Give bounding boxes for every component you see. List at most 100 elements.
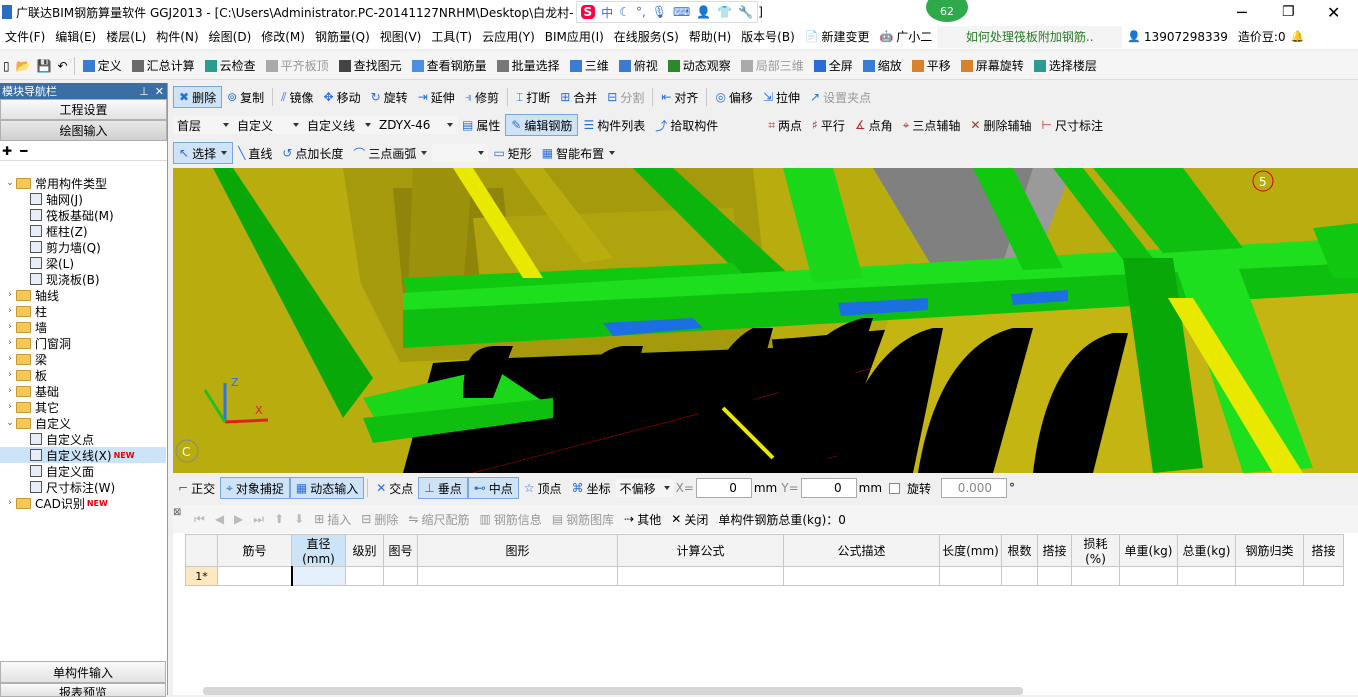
nav-close-icon[interactable]: ✕ bbox=[155, 85, 164, 98]
snap-2-toggle[interactable]: ▦ 动态输入 bbox=[289, 477, 365, 499]
axis-0-button[interactable]: ⌗ 两点 bbox=[763, 114, 807, 136]
tree-node-11[interactable]: › 梁 bbox=[0, 351, 166, 367]
toolbar-9-button[interactable]: 动态观察 bbox=[663, 55, 736, 77]
close-button[interactable]: ✕ bbox=[1327, 3, 1340, 22]
guangxiaoer-button[interactable]: 🤖 广小二 bbox=[875, 26, 938, 48]
draw-1-button[interactable]: ╲ 直线 bbox=[233, 142, 277, 164]
tree-node-12[interactable]: › 板 bbox=[0, 367, 166, 383]
rebar-2-button[interactable]: ⇋ 缩尺配筋 bbox=[403, 508, 474, 530]
tree-node-0[interactable]: ⌄ 常用构件类型 bbox=[0, 175, 166, 191]
toolbar-7-button[interactable]: 三维 bbox=[565, 55, 614, 77]
nav-arrow-4-icon[interactable]: ⬆ bbox=[269, 512, 289, 526]
edit-5-button[interactable]: ⇥ 延伸 bbox=[413, 86, 460, 108]
cell-0[interactable] bbox=[217, 566, 292, 586]
rotate-input[interactable]: 0.000 bbox=[941, 478, 1008, 498]
new-change-button[interactable]: 📄 新建变更 bbox=[800, 26, 875, 48]
col-header-3[interactable]: 图号 bbox=[383, 534, 418, 567]
cell-6[interactable] bbox=[783, 566, 940, 586]
draw-5-button[interactable]: ▦ 智能布置 bbox=[537, 142, 620, 164]
rebar-3-button[interactable]: ▥ 钢筋信息 bbox=[474, 508, 546, 530]
nav-arrow-5-icon[interactable]: ⬇ bbox=[289, 512, 309, 526]
tree-node-17[interactable]: 自定义线(X) NEW bbox=[0, 447, 166, 463]
snap-1-toggle[interactable]: ⌖ 对象捕捉 bbox=[220, 477, 290, 499]
edit-12-button[interactable]: ⇲ 拉伸 bbox=[758, 86, 805, 108]
ime-toolbar[interactable]: S 中 ☾ °, 🎙 ⌨ 👤 👕 🔧 bbox=[575, 1, 759, 23]
edit-11-button[interactable]: ◎ 偏移 bbox=[710, 86, 758, 108]
cell-3[interactable] bbox=[383, 566, 418, 586]
bell-icon[interactable]: 🔔 bbox=[1291, 30, 1305, 43]
col-header-12[interactable]: 总重(kg) bbox=[1177, 534, 1236, 567]
edit-0-button[interactable]: ✖ 删除 bbox=[173, 86, 223, 108]
snap-7-toggle[interactable]: ⌘ 坐标 bbox=[567, 477, 616, 499]
cell-5[interactable] bbox=[617, 566, 784, 586]
cell-9[interactable] bbox=[1037, 566, 1072, 586]
toolbar-6-button[interactable]: 批量选择 bbox=[492, 55, 565, 77]
edit-9-button[interactable]: ⊟ 分割 bbox=[602, 86, 649, 108]
rebar-4-button[interactable]: ▤ 钢筋图库 bbox=[547, 508, 619, 530]
undo-icon[interactable]: ↶ bbox=[55, 55, 71, 77]
cell-1[interactable] bbox=[290, 566, 346, 586]
menu-item-3[interactable]: 构件(N) bbox=[151, 26, 203, 48]
tree-node-4[interactable]: 剪力墙(Q) bbox=[0, 239, 166, 255]
tree-node-1[interactable]: 轴网(J) bbox=[0, 191, 166, 207]
col-header-4[interactable]: 图形 bbox=[417, 534, 618, 567]
new-file-icon[interactable]: ▯ bbox=[0, 55, 13, 77]
tree-node-5[interactable]: 梁(L) bbox=[0, 255, 166, 271]
axis-4-button[interactable]: ✕ 删除辅轴 bbox=[965, 114, 1036, 136]
menu-item-4[interactable]: 绘图(D) bbox=[204, 26, 257, 48]
col-header-14[interactable]: 搭接 bbox=[1303, 534, 1344, 567]
tree-node-15[interactable]: ⌄ 自定义 bbox=[0, 415, 166, 431]
tree-node-14[interactable]: › 其它 bbox=[0, 399, 166, 415]
rotate-checkbox[interactable] bbox=[889, 482, 901, 494]
col-header-9[interactable]: 搭接 bbox=[1037, 534, 1072, 567]
col-header-8[interactable]: 根数 bbox=[1001, 534, 1038, 567]
col-header-5[interactable]: 计算公式 bbox=[617, 534, 784, 567]
cell-4[interactable] bbox=[417, 566, 618, 586]
menu-item-12[interactable]: 帮助(H) bbox=[684, 26, 736, 48]
tree-node-18[interactable]: 自定义面 bbox=[0, 463, 166, 479]
tree-node-8[interactable]: › 柱 bbox=[0, 303, 166, 319]
nav-arrow-3-icon[interactable]: ⏭ bbox=[248, 512, 269, 527]
edit-1-button[interactable]: ⊚ 复制 bbox=[222, 86, 269, 108]
edit-7-button[interactable]: ⌶ 打断 bbox=[511, 86, 555, 108]
axis-5-button[interactable]: ⊢ 尺寸标注 bbox=[1037, 114, 1108, 136]
prop-0-button[interactable]: ▤ 属性 bbox=[457, 114, 505, 136]
minimize-button[interactable]: ─ bbox=[1237, 3, 1247, 22]
edit-4-button[interactable]: ↻ 旋转 bbox=[366, 86, 413, 108]
cell-2[interactable] bbox=[345, 566, 384, 586]
y-input[interactable]: 0 bbox=[800, 478, 857, 498]
draw-3-button[interactable]: ⌒ 三点画弧 bbox=[348, 142, 432, 164]
expand-icon[interactable]: › bbox=[4, 498, 16, 508]
component-name-select[interactable]: ZDYX-46 bbox=[375, 116, 457, 134]
expand-icon[interactable]: › bbox=[4, 338, 16, 348]
menu-item-5[interactable]: 修改(M) bbox=[256, 26, 310, 48]
save-icon[interactable]: 💾 bbox=[34, 55, 55, 77]
edit-8-button[interactable]: ⊞ 合并 bbox=[555, 86, 602, 108]
3d-viewport[interactable]: Z X 5 C bbox=[173, 168, 1358, 473]
expand-icon[interactable]: ⌄ bbox=[4, 178, 16, 188]
project-settings-button[interactable]: 工程设置 bbox=[0, 99, 167, 120]
expand-icon[interactable]: › bbox=[4, 322, 16, 332]
question-link[interactable]: 如何处理筏板附加钢筋.. bbox=[937, 25, 1123, 48]
expand-icon[interactable]: › bbox=[4, 354, 16, 364]
menu-item-0[interactable]: 文件(F) bbox=[0, 26, 50, 48]
account-phone[interactable]: 👤 13907298339 bbox=[1122, 26, 1233, 48]
rebar-5-button[interactable]: ⇢ 其他 bbox=[619, 508, 666, 530]
rebar-6-button[interactable]: ✕ 关闭 bbox=[666, 508, 713, 530]
col-header-6[interactable]: 公式描述 bbox=[783, 534, 940, 567]
tree-node-20[interactable]: › CAD识别 NEW bbox=[0, 495, 166, 511]
cell-7[interactable] bbox=[939, 566, 1002, 586]
toolbar-8-button[interactable]: 俯视 bbox=[614, 55, 663, 77]
draw-0-button[interactable]: ↖ 选择 bbox=[173, 142, 234, 164]
cell-12[interactable] bbox=[1177, 566, 1236, 586]
menu-item-8[interactable]: 工具(T) bbox=[426, 26, 477, 48]
single-component-input-tab[interactable]: 单构件输入 bbox=[0, 661, 166, 683]
snap-0-toggle[interactable]: ⌐ 正交 bbox=[173, 477, 220, 499]
cell-10[interactable] bbox=[1071, 566, 1120, 586]
edit-13-button[interactable]: ↗ 设置夹点 bbox=[805, 86, 876, 108]
tree-node-9[interactable]: › 墙 bbox=[0, 319, 166, 335]
menu-item-7[interactable]: 视图(V) bbox=[375, 26, 427, 48]
nav-arrow-2-icon[interactable]: ▶ bbox=[229, 512, 248, 526]
tree-node-2[interactable]: 筏板基础(M) bbox=[0, 207, 166, 223]
expand-all-icon[interactable]: ✚ bbox=[2, 144, 12, 158]
